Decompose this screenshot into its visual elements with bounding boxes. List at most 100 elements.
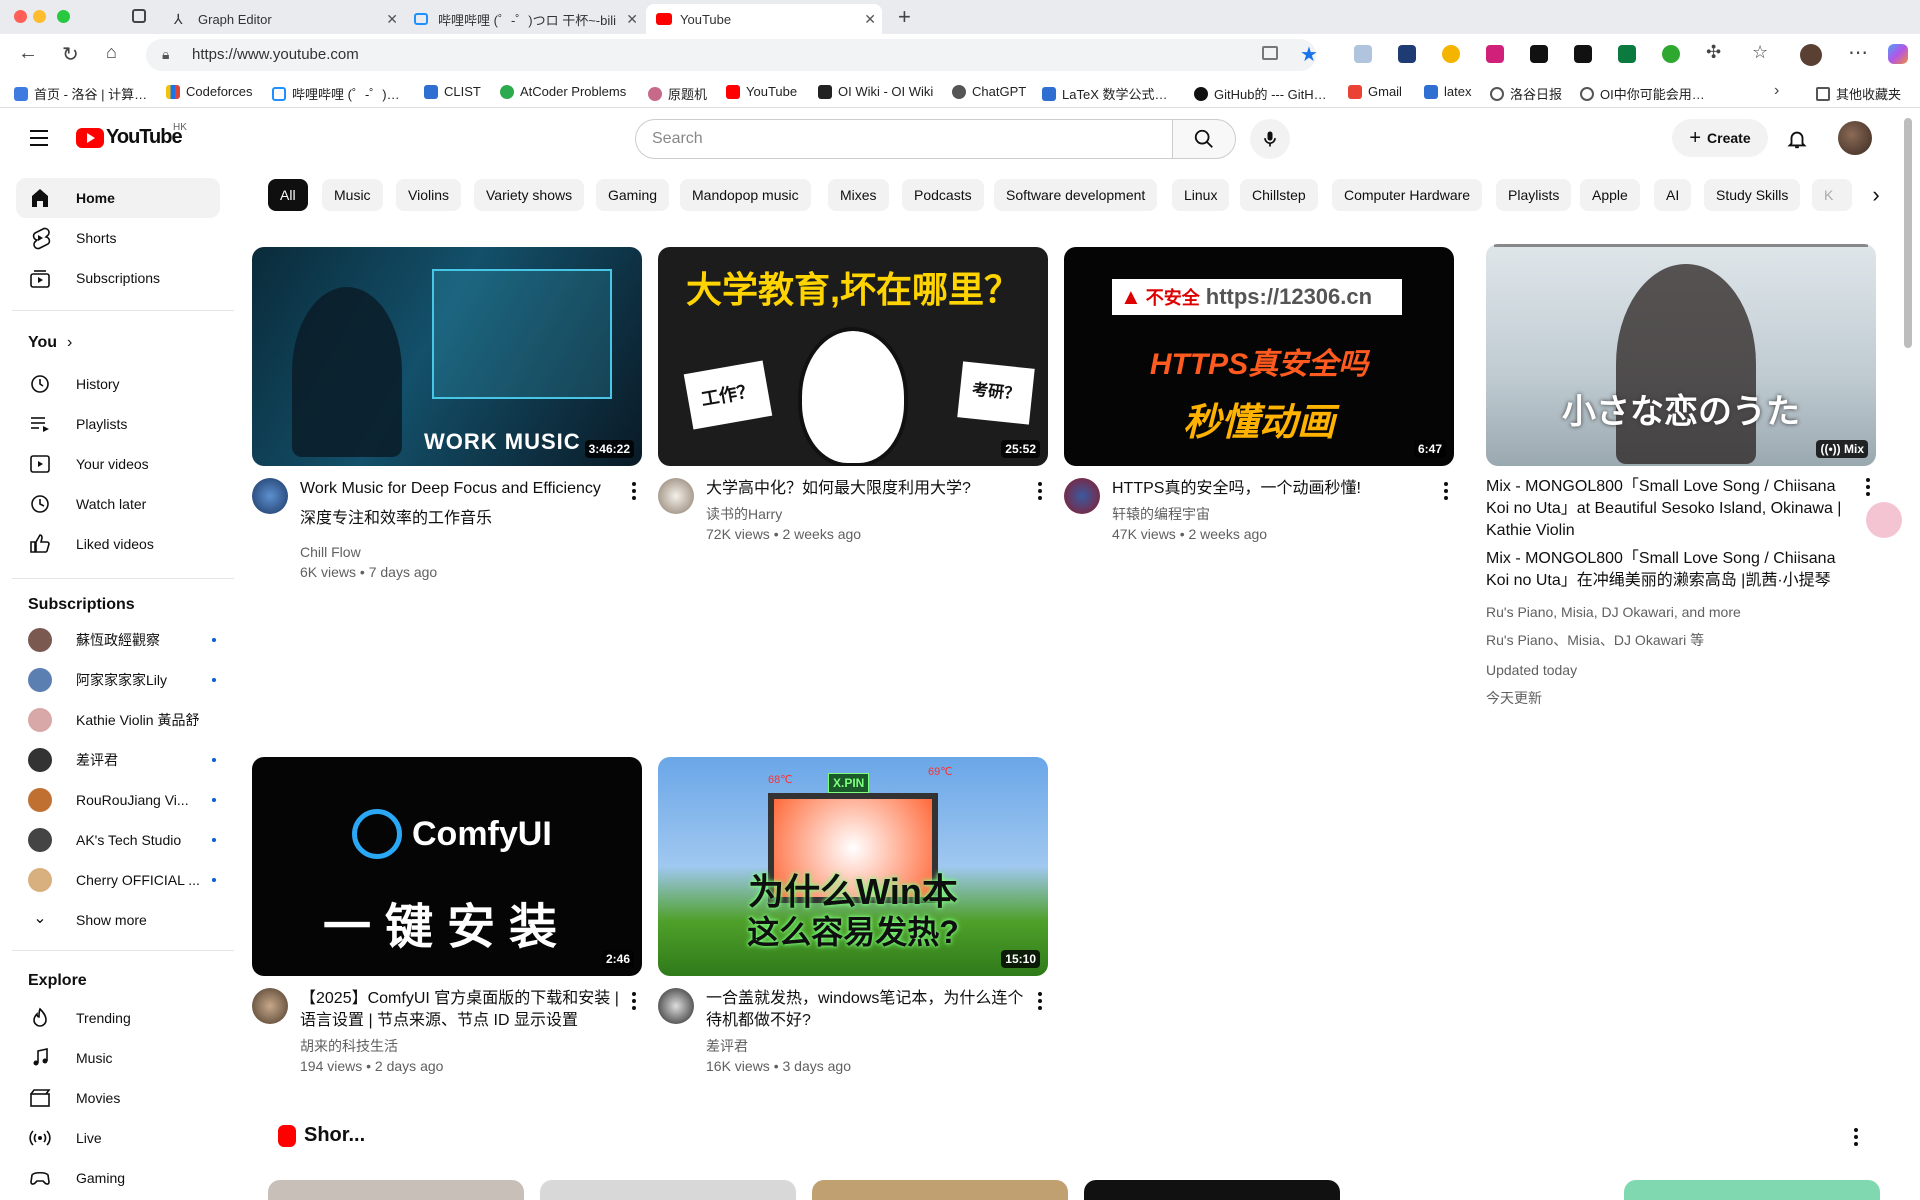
extension-icon[interactable] <box>1442 45 1460 63</box>
chips-next-button[interactable]: › <box>1856 176 1896 216</box>
video-thumbnail[interactable]: X.PIN 68℃ 69℃ 为什么Win本 这么容易发热? 15:10 <box>658 757 1048 976</box>
short-thumbnail[interactable] <box>812 1180 1068 1200</box>
bookmark-item[interactable]: GitHub的 --- GitH… <box>1194 84 1327 103</box>
bookmark-item[interactable]: YouTube <box>726 84 797 99</box>
tab-youtube[interactable]: YouTube ✕ <box>646 4 882 34</box>
search-button[interactable] <box>1172 119 1236 159</box>
chip-linux[interactable]: Linux <box>1172 179 1230 211</box>
shorts-more-actions-icon[interactable] <box>1854 1128 1858 1149</box>
sidebar-subscription-item[interactable]: RouRouJiang Vi... <box>16 780 220 820</box>
extensions-puzzle-icon[interactable]: ✣ <box>1706 42 1721 63</box>
bookmark-item[interactable]: 哔哩哔哩 (゜-゜)… <box>272 84 400 103</box>
extension-icon[interactable] <box>1574 45 1592 63</box>
short-thumbnail[interactable] <box>540 1180 796 1200</box>
more-options-icon[interactable]: ⋯ <box>1848 40 1868 65</box>
chip-apple[interactable]: Apple <box>1580 179 1640 211</box>
sidebar-item-trending[interactable]: Trending <box>16 998 220 1038</box>
sidebar-item-shorts[interactable]: Shorts <box>16 218 220 258</box>
bookmark-item[interactable]: CLIST <box>424 84 481 99</box>
back-icon[interactable]: ← <box>18 42 38 65</box>
video-more-actions-icon[interactable] <box>1866 478 1870 499</box>
short-thumbnail[interactable] <box>268 1180 524 1200</box>
extension-icon[interactable] <box>1618 45 1636 63</box>
video-thumbnail[interactable]: 大学教育,坏在哪里？ 工作？ 考研？ 25:52 <box>658 247 1048 466</box>
favorites-icon[interactable]: ☆ <box>1752 42 1768 63</box>
chip-computer-hardware[interactable]: Computer Hardware <box>1332 179 1483 211</box>
minimize-window-button[interactable] <box>33 10 46 23</box>
video-more-actions-icon[interactable] <box>1444 482 1448 503</box>
bookmark-item[interactable]: ChatGPT <box>952 84 1026 99</box>
channel-name[interactable]: 胡来的科技生活 <box>300 1036 398 1056</box>
sidebar-subscription-item[interactable]: Kathie Violin 黃品舒 <box>16 700 220 740</box>
copilot-icon[interactable] <box>1888 44 1908 64</box>
sidebar-item-your-videos[interactable]: Your videos <box>16 444 220 484</box>
chip-playlists[interactable]: Playlists <box>1496 179 1572 211</box>
bookmark-item[interactable]: LaTeX 数学公式… <box>1042 84 1167 103</box>
bookmark-item[interactable]: latex <box>1424 84 1471 99</box>
video-title[interactable]: 【2025】ComfyUI 官方桌面版的下载和安装 | 语言设置 | 节点来源、… <box>300 988 626 1032</box>
other-favorites-folder[interactable]: 其他收藏夹 <box>1816 84 1901 103</box>
video-thumbnail[interactable]: ▲ 不安全 https://12306.cn HTTPS真安全吗 秒懂动画 6:… <box>1064 247 1454 466</box>
new-tab-button[interactable]: + <box>898 4 911 30</box>
bookmark-item[interactable]: 原题机 <box>648 84 707 103</box>
profile-icon[interactable] <box>1800 44 1822 66</box>
bookmark-item[interactable]: 洛谷日报 <box>1490 84 1562 103</box>
chip-violins[interactable]: Violins <box>396 179 461 211</box>
sidebar-item-live[interactable]: Live <box>16 1118 220 1158</box>
favorite-star-icon[interactable]: ★ <box>1300 42 1318 67</box>
youtube-logo[interactable]: YouTube <box>76 126 183 149</box>
extension-icon[interactable] <box>1530 45 1548 63</box>
sidebar-item-liked-videos[interactable]: Liked videos <box>16 524 220 564</box>
chip-all[interactable]: All <box>268 179 308 211</box>
floating-translate-button[interactable] <box>1866 502 1902 538</box>
close-tab-icon[interactable]: ✕ <box>626 11 638 28</box>
reload-icon[interactable]: ↻ <box>62 42 79 67</box>
video-title[interactable]: Mix - MONGOL800「Small Love Song / Chiisa… <box>1486 476 1848 542</box>
channel-name[interactable]: Ru's Piano, Misia, DJ Okawari, and more <box>1486 602 1741 622</box>
sidebar-item-watch-later[interactable]: Watch later <box>16 484 220 524</box>
channel-avatar[interactable] <box>658 478 694 514</box>
video-thumbnail[interactable]: ComfyUI 一键安装 2:46 <box>252 757 642 976</box>
sidebar-you-heading[interactable]: You › <box>28 334 72 352</box>
hamburger-menu-icon[interactable] <box>30 130 48 146</box>
tab-actions-icon[interactable] <box>132 9 146 23</box>
video-title[interactable]: 一合盖就发热，windows笔记本，为什么连个待机都做不好? <box>706 988 1030 1032</box>
address-bar-url[interactable]: https://www.youtube.com <box>192 46 359 63</box>
short-thumbnail[interactable] <box>1624 1180 1880 1200</box>
extension-icon[interactable] <box>1354 45 1372 63</box>
sidebar-show-more[interactable]: ⌄ Show more <box>16 900 220 940</box>
chip-study-skills[interactable]: Study Skills <box>1704 179 1801 211</box>
close-window-button[interactable] <box>14 10 27 23</box>
chip-software-development[interactable]: Software development <box>994 179 1158 211</box>
short-thumbnail[interactable] <box>1084 1180 1340 1200</box>
sidebar-subscription-item[interactable]: Cherry OFFICIAL ... <box>16 860 220 900</box>
extension-icon[interactable] <box>1398 45 1416 63</box>
voice-search-button[interactable] <box>1250 119 1290 159</box>
sidebar-item-music[interactable]: Music <box>16 1038 220 1078</box>
sidebar-item-playlists[interactable]: Playlists <box>16 404 220 444</box>
page-scrollbar[interactable] <box>1904 118 1912 348</box>
channel-avatar[interactable] <box>658 988 694 1024</box>
tab-graph-editor[interactable]: ⅄ Graph Editor ✕ <box>164 4 404 34</box>
notifications-button[interactable] <box>1786 128 1808 155</box>
bookmark-item[interactable]: Gmail <box>1348 84 1402 99</box>
search-input[interactable]: Search <box>635 119 1173 159</box>
bookmark-item[interactable]: OI中你可能会用… <box>1580 84 1705 103</box>
chip-mandopop-music[interactable]: Mandopop music <box>680 179 811 211</box>
mix-thumbnail[interactable]: 小さな恋のうた ((•)) Mix <box>1486 244 1876 466</box>
channel-name[interactable]: 轩辕的编程宇宙 <box>1112 504 1210 524</box>
channel-name[interactable]: Chill Flow <box>300 542 361 562</box>
bookmark-item[interactable]: 首页 - 洛谷 | 计算… <box>14 84 147 103</box>
video-more-actions-icon[interactable] <box>632 482 636 503</box>
close-tab-icon[interactable]: ✕ <box>864 11 876 28</box>
create-button[interactable]: + Create <box>1672 119 1768 157</box>
sidebar-item-history[interactable]: History <box>16 364 220 404</box>
chip-mixes[interactable]: Mixes <box>828 179 889 211</box>
chip-music[interactable]: Music <box>322 179 383 211</box>
sidebar-subscription-item[interactable]: 蘇恆政經觀察 <box>16 620 220 660</box>
video-more-actions-icon[interactable] <box>1038 992 1042 1013</box>
chip-podcasts[interactable]: Podcasts <box>902 179 984 211</box>
account-avatar[interactable] <box>1838 121 1872 155</box>
channel-avatar[interactable] <box>252 478 288 514</box>
sidebar-item-gaming[interactable]: Gaming <box>16 1158 220 1198</box>
